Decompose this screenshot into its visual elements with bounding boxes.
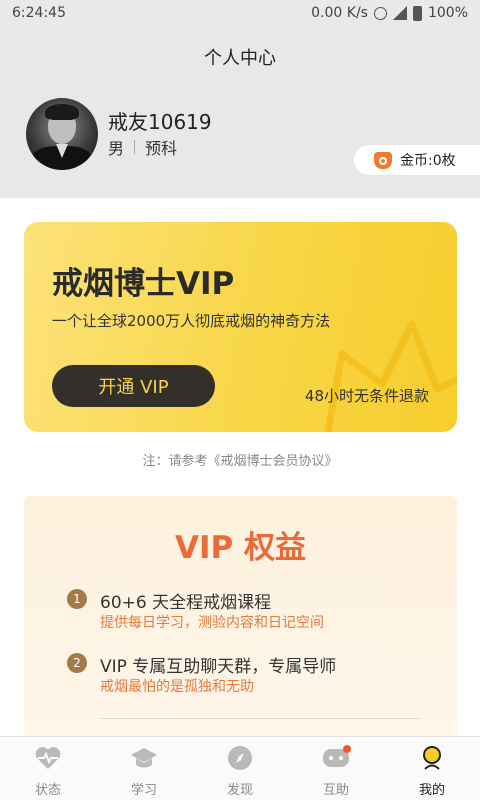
signal-icon: [392, 6, 407, 20]
refund-note: 48小时无条件退款: [304, 387, 429, 405]
user-stage: 预科: [145, 139, 178, 158]
coins-badge[interactable]: 金币:0枚: [354, 145, 480, 175]
money-bag-icon: [374, 151, 392, 169]
tab-study[interactable]: 学习: [96, 737, 192, 800]
tab-status[interactable]: 状态: [0, 737, 96, 800]
vip-card: 戒烟博士VIP 一个让全球2000万人彻底戒烟的神奇方法 开通 VIP 48小时…: [24, 222, 457, 432]
benefit-number: 2: [67, 653, 87, 673]
alarm-icon: [373, 6, 387, 20]
tab-label: 我的: [418, 783, 445, 798]
username[interactable]: 戒友10619: [108, 106, 212, 135]
compass-icon: [228, 746, 252, 770]
benefit-description: 提供每日学习，测验内容和日记空间: [100, 615, 324, 631]
avatar[interactable]: [26, 98, 98, 170]
vip-title: 戒烟博士VIP: [52, 266, 235, 302]
chat-bubble-icon: [323, 745, 351, 767]
vip-benefits-card: VIP 权益 1 60+6 天全程戒烟课程 提供每日学习，测验内容和日记空间 2…: [24, 496, 457, 746]
profile-header: 个人中心 戒友10619 男 预科 金币:0枚: [0, 26, 480, 198]
benefits-title: VIP 权益: [174, 530, 307, 566]
battery-icon: [412, 5, 422, 21]
coins-label: 金币:0枚: [400, 153, 456, 169]
heart-pulse-icon: [35, 747, 61, 769]
user-meta: 男 预科: [108, 135, 177, 159]
network-speed: 0.00 K/s: [311, 5, 368, 21]
page-title: 个人中心: [204, 48, 276, 69]
tab-label: 状态: [34, 783, 61, 798]
user-gender: 男: [108, 139, 125, 158]
benefit-description: 戒烟最怕的是孤独和无助: [100, 679, 254, 695]
vip-subtitle: 一个让全球2000万人彻底戒烟的神奇方法: [52, 312, 331, 330]
benefit-number: 1: [67, 589, 87, 609]
tab-label: 互助: [322, 783, 349, 798]
benefit-heading: 60+6 天全程戒烟课程: [100, 593, 272, 613]
status-time: 6:24:45: [12, 5, 66, 21]
meta-divider: [134, 140, 136, 154]
profile-icon: [423, 746, 441, 770]
benefits-divider: [99, 718, 422, 719]
agreement-note[interactable]: 注：请参考《戒烟博士会员协议》: [0, 450, 480, 469]
bottom-tab-bar: 状态 学习 发现 互助 我的: [0, 736, 480, 800]
crown-decoration-icon: [324, 320, 457, 432]
tab-mine[interactable]: 我的: [384, 737, 480, 800]
status-indicators: 0.00 K/s 100%: [311, 5, 468, 21]
tab-mutual-help[interactable]: 互助: [288, 737, 384, 800]
graduation-cap-icon: [131, 748, 157, 768]
open-vip-button[interactable]: 开通 VIP: [52, 365, 215, 407]
tab-discover[interactable]: 发现: [192, 737, 288, 800]
benefit-heading: VIP 专属互助聊天群，专属导师: [100, 657, 337, 677]
tab-label: 学习: [130, 783, 157, 798]
battery-level: 100%: [427, 5, 468, 21]
status-bar: 6:24:45 0.00 K/s 100%: [0, 0, 480, 26]
tab-label: 发现: [226, 783, 253, 798]
